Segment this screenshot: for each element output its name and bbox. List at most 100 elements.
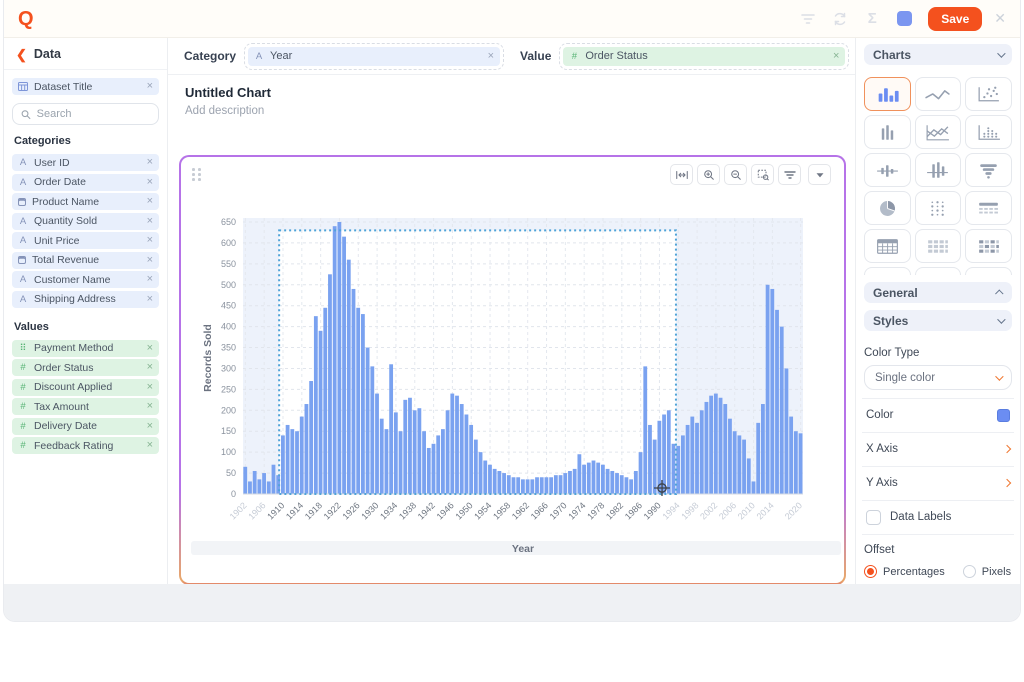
remove-icon[interactable]: ×: [147, 177, 153, 188]
hash-type-icon: #: [18, 362, 28, 373]
category-dropzone[interactable]: A Year ×: [244, 43, 504, 70]
remove-icon[interactable]: ×: [147, 274, 153, 285]
chart-title[interactable]: Untitled Chart: [185, 85, 855, 100]
chart-type-cutoff[interactable]: [965, 267, 1012, 275]
chart-type-pivot-table[interactable]: [965, 191, 1012, 225]
offset-radio-group: Percentages Pixels: [864, 565, 1012, 578]
chart-card[interactable]: 050100150200250300350400450500550600650R…: [179, 155, 846, 585]
category-field-chip[interactable]: Product Name×: [12, 193, 159, 210]
remove-dataset-icon[interactable]: ×: [147, 81, 153, 92]
chart-type-pie[interactable]: [864, 191, 911, 225]
value-chip[interactable]: # Order Status ×: [563, 47, 845, 66]
text-type-icon: A: [18, 216, 28, 227]
svg-text:1962: 1962: [510, 500, 531, 521]
back-chevron-icon[interactable]: ❮: [16, 48, 27, 61]
category-field-chip[interactable]: A Quantity Sold ×: [12, 213, 159, 230]
chip-label: Payment Method: [34, 342, 141, 354]
y-axis-label: Y Axis: [866, 477, 1004, 489]
remove-icon[interactable]: ×: [147, 440, 153, 451]
svg-text:1930: 1930: [359, 500, 380, 521]
chart-type-column[interactable]: [864, 115, 911, 149]
chart-type-matrix[interactable]: [915, 229, 962, 263]
y-axis-row[interactable]: Y Axis: [866, 474, 1010, 492]
remove-category-icon[interactable]: ×: [488, 51, 494, 62]
category-field-chip[interactable]: AUnit Price×: [12, 232, 159, 249]
category-field-chip[interactable]: AShipping Address×: [12, 291, 159, 308]
chart-type-funnel[interactable]: [965, 153, 1012, 187]
search-box[interactable]: [12, 103, 159, 125]
chart-type-scatter[interactable]: [965, 77, 1012, 111]
chart-type-cutoff[interactable]: [915, 267, 962, 275]
remove-value-icon[interactable]: ×: [833, 51, 839, 62]
category-field-chip[interactable]: ACustomer Name×: [12, 271, 159, 288]
value-field-chip[interactable]: #Order Status×: [12, 359, 159, 376]
category-field-chip[interactable]: Total Revenue×: [12, 252, 159, 269]
remove-icon[interactable]: ×: [147, 343, 153, 354]
text-type-icon: A: [18, 274, 28, 285]
value-dropzone[interactable]: # Order Status ×: [559, 43, 849, 70]
category-field-chip[interactable]: AOrder Date×: [12, 174, 159, 191]
chart-type-table[interactable]: [864, 229, 911, 263]
chip-label: Delivery Date: [34, 420, 141, 432]
category-field-chip[interactable]: AUser ID×: [12, 154, 159, 171]
settings-panel: Charts General Styles Color Type Single …: [855, 38, 1020, 612]
color-type-select[interactable]: Single color: [864, 365, 1012, 390]
save-button[interactable]: Save: [928, 7, 982, 31]
category-chip[interactable]: A Year ×: [248, 47, 500, 66]
hash-type-icon: #: [18, 382, 28, 393]
value-field-chip[interactable]: ⠿Payment Method×: [12, 340, 159, 357]
filter-icon[interactable]: [799, 10, 817, 28]
chart-type-range-bar[interactable]: [864, 153, 911, 187]
color-picker-swatch[interactable]: [997, 409, 1010, 422]
remove-icon[interactable]: ×: [147, 421, 153, 432]
svg-text:1994: 1994: [660, 500, 681, 521]
remove-icon[interactable]: ×: [147, 255, 153, 266]
remove-icon[interactable]: ×: [147, 235, 153, 246]
remove-icon[interactable]: ×: [147, 196, 153, 207]
chart-type-bar[interactable]: [864, 77, 911, 111]
transform-icon[interactable]: [831, 10, 849, 28]
remove-icon[interactable]: ×: [147, 401, 153, 412]
charts-dropdown[interactable]: Charts: [864, 44, 1012, 65]
styles-section-header[interactable]: Styles: [864, 310, 1012, 331]
chart-type-range-column[interactable]: [915, 153, 962, 187]
remove-icon[interactable]: ×: [147, 157, 153, 168]
chart-type-line[interactable]: [915, 77, 962, 111]
sigma-icon[interactable]: Σ: [863, 10, 881, 28]
dataset-title-chip[interactable]: Dataset Title ×: [12, 78, 159, 95]
chart-type-heatmap[interactable]: [965, 229, 1012, 263]
search-input[interactable]: [37, 108, 150, 120]
color-swatch-icon[interactable]: [897, 11, 912, 26]
svg-text:Year: Year: [512, 543, 534, 555]
value-field-chip[interactable]: #Discount Applied×: [12, 379, 159, 396]
general-section-header[interactable]: General: [864, 282, 1012, 303]
bar-chart[interactable]: 050100150200250300350400450500550600650R…: [181, 163, 844, 581]
percentages-radio[interactable]: [864, 565, 877, 578]
x-axis-row[interactable]: X Axis: [866, 440, 1010, 458]
chart-type-dot-column[interactable]: [965, 115, 1012, 149]
svg-text:Records Sold: Records Sold: [202, 324, 214, 392]
remove-icon[interactable]: ×: [147, 362, 153, 373]
svg-text:1990: 1990: [642, 500, 663, 521]
chart-type-cutoff[interactable]: [864, 267, 911, 275]
value-field-chip[interactable]: #Tax Amount×: [12, 398, 159, 415]
close-icon[interactable]: ✕: [994, 10, 1006, 27]
chart-subtitle[interactable]: Add description: [185, 105, 855, 117]
svg-text:1958: 1958: [491, 500, 512, 521]
chart-type-multi-line[interactable]: [915, 115, 962, 149]
data-labels-checkbox[interactable]: [866, 510, 881, 525]
chart-type-dot-grid[interactable]: [915, 191, 962, 225]
chip-label: Quantity Sold: [34, 215, 141, 227]
pixels-radio[interactable]: [963, 565, 976, 578]
text-type-icon: A: [18, 294, 28, 305]
remove-icon[interactable]: ×: [147, 294, 153, 305]
svg-text:1970: 1970: [548, 500, 569, 521]
calendar-icon: [18, 256, 26, 264]
remove-icon[interactable]: ×: [147, 382, 153, 393]
value-field-chip[interactable]: #Delivery Date×: [12, 418, 159, 435]
value-field-chip[interactable]: #Feedback Rating×: [12, 437, 159, 454]
config-bar: Category A Year × Value # Order Status ×: [168, 38, 855, 75]
svg-text:1946: 1946: [435, 500, 456, 521]
remove-icon[interactable]: ×: [147, 216, 153, 227]
hash-type-icon: #: [569, 51, 579, 62]
